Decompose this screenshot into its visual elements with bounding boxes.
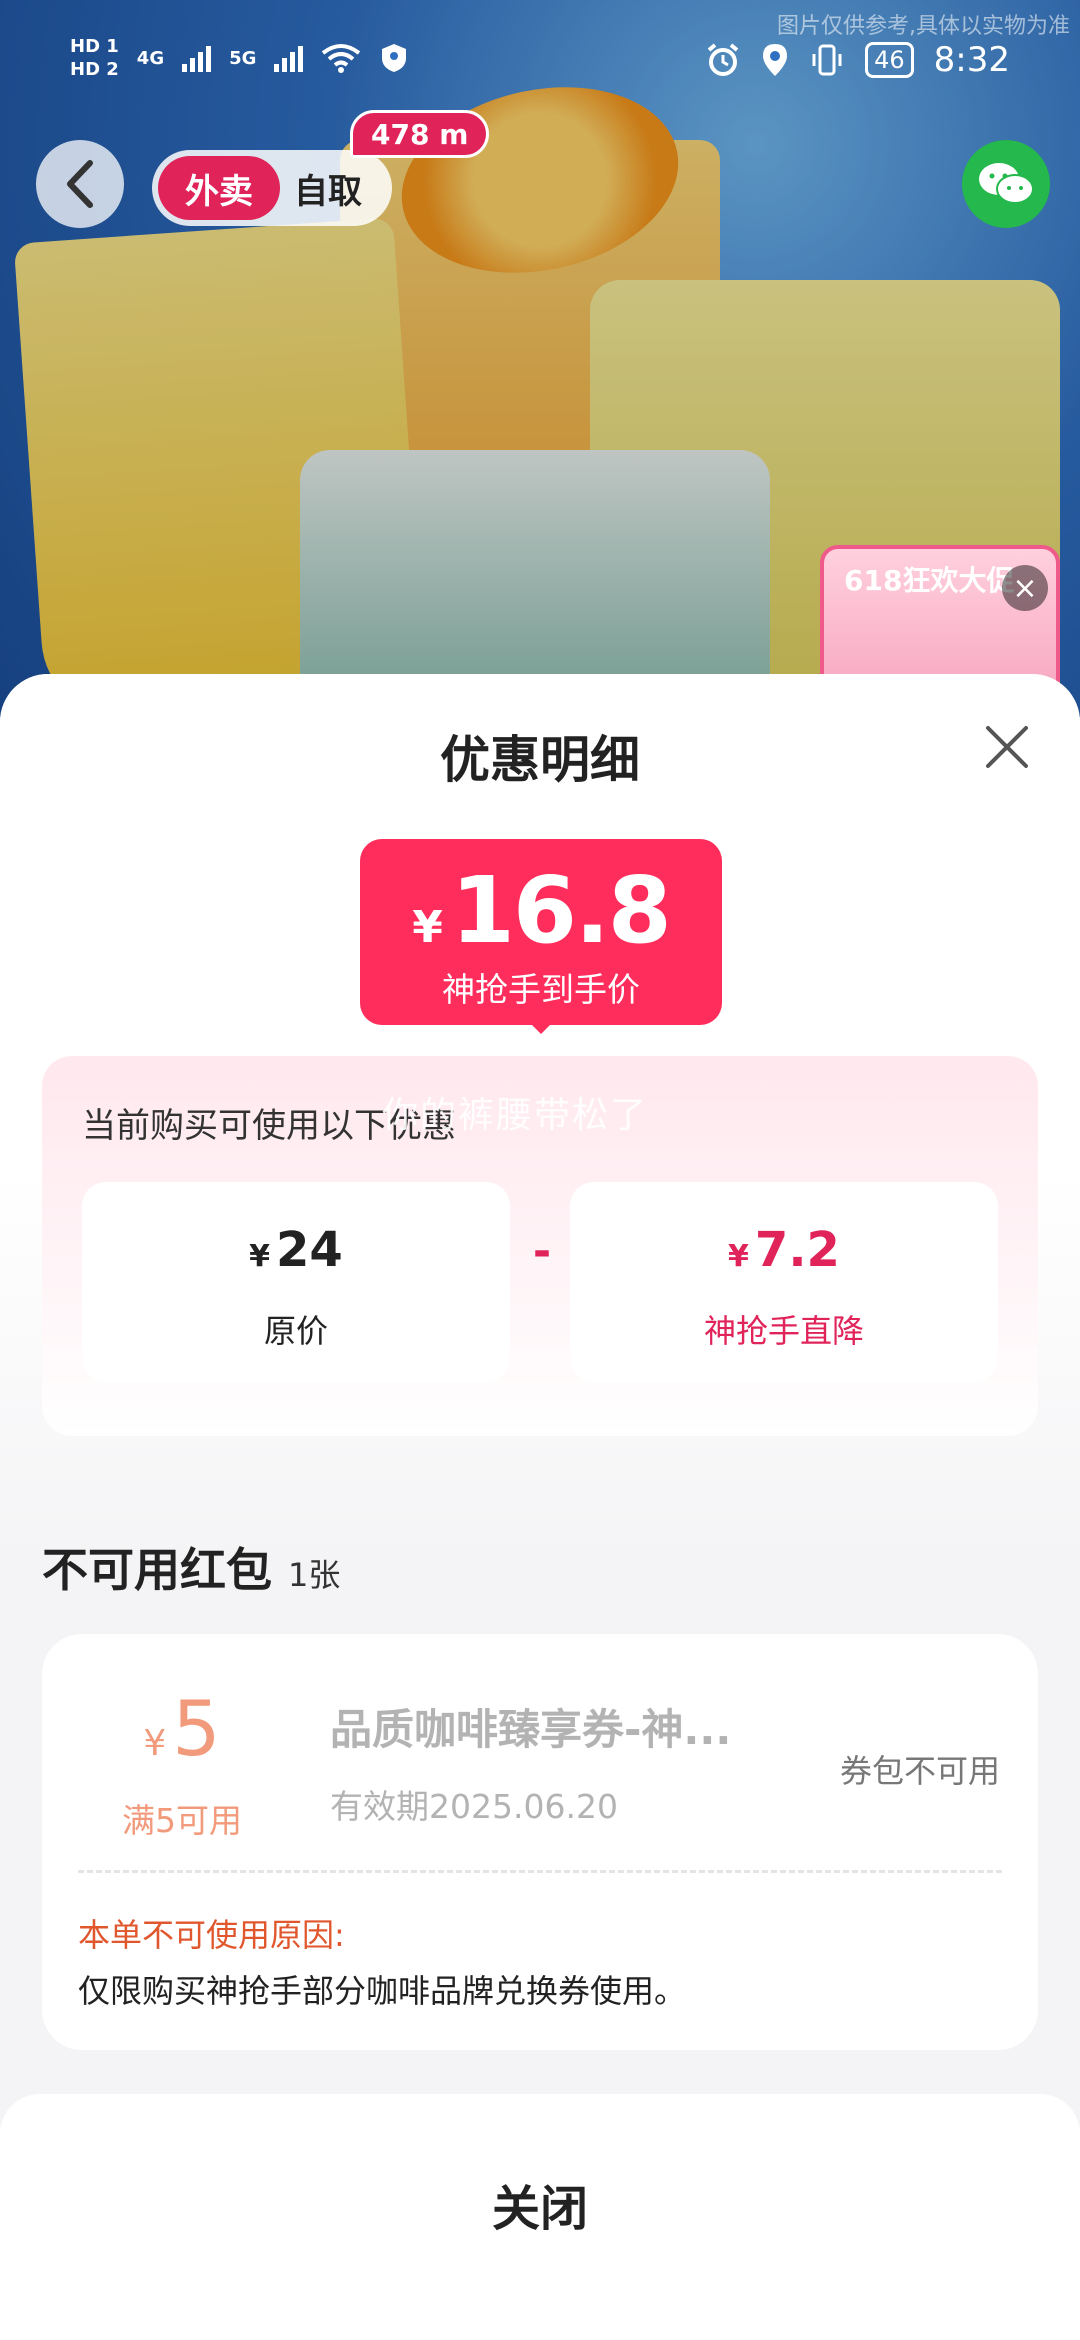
status-bar: HD 1 HD 2 4G 5G 46 8:32 [0,0,1080,120]
promo-close-button[interactable]: × [1002,565,1048,611]
vibrate-icon [812,44,842,76]
clock: 8:32 [933,40,1010,80]
sheet-footer: 关闭 [0,2094,1080,2340]
currency-symbol: ¥ [728,1239,749,1274]
close-button[interactable]: 关闭 [0,2154,1080,2254]
alarm-icon [707,43,739,76]
discount-breakdown-panel: 当前购买可使用以下优惠 你的裤腰带松了 ¥ 24 原价 - ¥ 7.2 神抢手直… [42,1056,1038,1436]
promo-banner-text: 618狂欢大促 [844,564,1015,597]
unavailable-coupons-header: 不可用红包 1张 [42,1534,340,1600]
currency-symbol: ¥ [249,1239,271,1274]
distance-badge: 478 m [350,110,490,158]
discount-value: 7.2 [754,1222,840,1278]
battery-indicator: 46 [865,42,914,78]
hd-indicator-1: HD 1 [70,36,119,57]
currency-symbol: ¥ [143,1723,167,1764]
wechat-share-button[interactable] [962,140,1050,228]
discount-detail-sheet: 优惠明细 ¥ 16.8 神抢手到手价 当前购买可使用以下优惠 你的裤腰带松了 ¥… [0,674,1080,2340]
coupon-name: 品质咖啡臻享券-神... [330,1705,732,1754]
floating-overlay-text: 你的裤腰带松了 [382,1095,649,1136]
currency-symbol: ¥ [412,902,443,953]
coupon-count: 1张 [288,1556,341,1594]
delivery-mode-switch: 外卖 自取 [152,150,392,226]
wifi-icon [322,44,361,73]
coupon-card[interactable]: ¥ 5 满5可用 品质咖啡臻享券-神... 有效期2025.06.20 券包不可… [42,1634,1038,2050]
final-price-box: ¥ 16.8 神抢手到手价 [360,839,722,1025]
unavailable-reason-text: 仅限购买神抢手部分咖啡品牌兑换券使用。 [78,1972,687,2010]
wechat-icon [979,163,1034,204]
direct-discount-card: ¥ 7.2 神抢手直降 [570,1182,998,1382]
hd-indicator-2: HD 2 [70,59,119,80]
network-type-1: 4G [136,47,165,69]
price-box-pointer [527,1020,555,1034]
original-price-label: 原价 [263,1312,328,1350]
back-button[interactable] [36,140,124,228]
privacy-shield-icon [382,44,407,72]
mode-delivery-tab[interactable]: 外卖 [158,156,280,220]
signal-strength-icon [182,44,212,72]
signal-strength-icon [274,44,304,72]
chevron-left-icon [67,160,93,208]
coupon-value: 5 [172,1684,221,1773]
location-icon [763,44,788,76]
original-price-value: 24 [276,1222,343,1278]
network-type-2: 5G [229,47,257,69]
coupon-condition: 满5可用 [122,1801,242,1840]
minus-sign: - [532,1226,552,1277]
close-icon[interactable] [982,722,1032,772]
close-icon: × [1012,570,1038,606]
mode-pickup-tab[interactable]: 自取 [294,156,362,220]
final-price-label: 神抢手到手价 [442,970,640,1009]
coupon-expiry: 有效期2025.06.20 [330,1787,618,1826]
original-price-card: ¥ 24 原价 [82,1182,510,1382]
coupon-status: 券包不可用 [839,1752,1000,1790]
discount-label: 神抢手直降 [703,1312,864,1350]
section-title: 不可用红包 [42,1543,272,1597]
unavailable-reason-title: 本单不可使用原因: [78,1916,345,1954]
dashed-divider [78,1870,1002,1873]
final-price-value: 16.8 [450,857,672,964]
sheet-title: 优惠明细 [440,731,640,789]
